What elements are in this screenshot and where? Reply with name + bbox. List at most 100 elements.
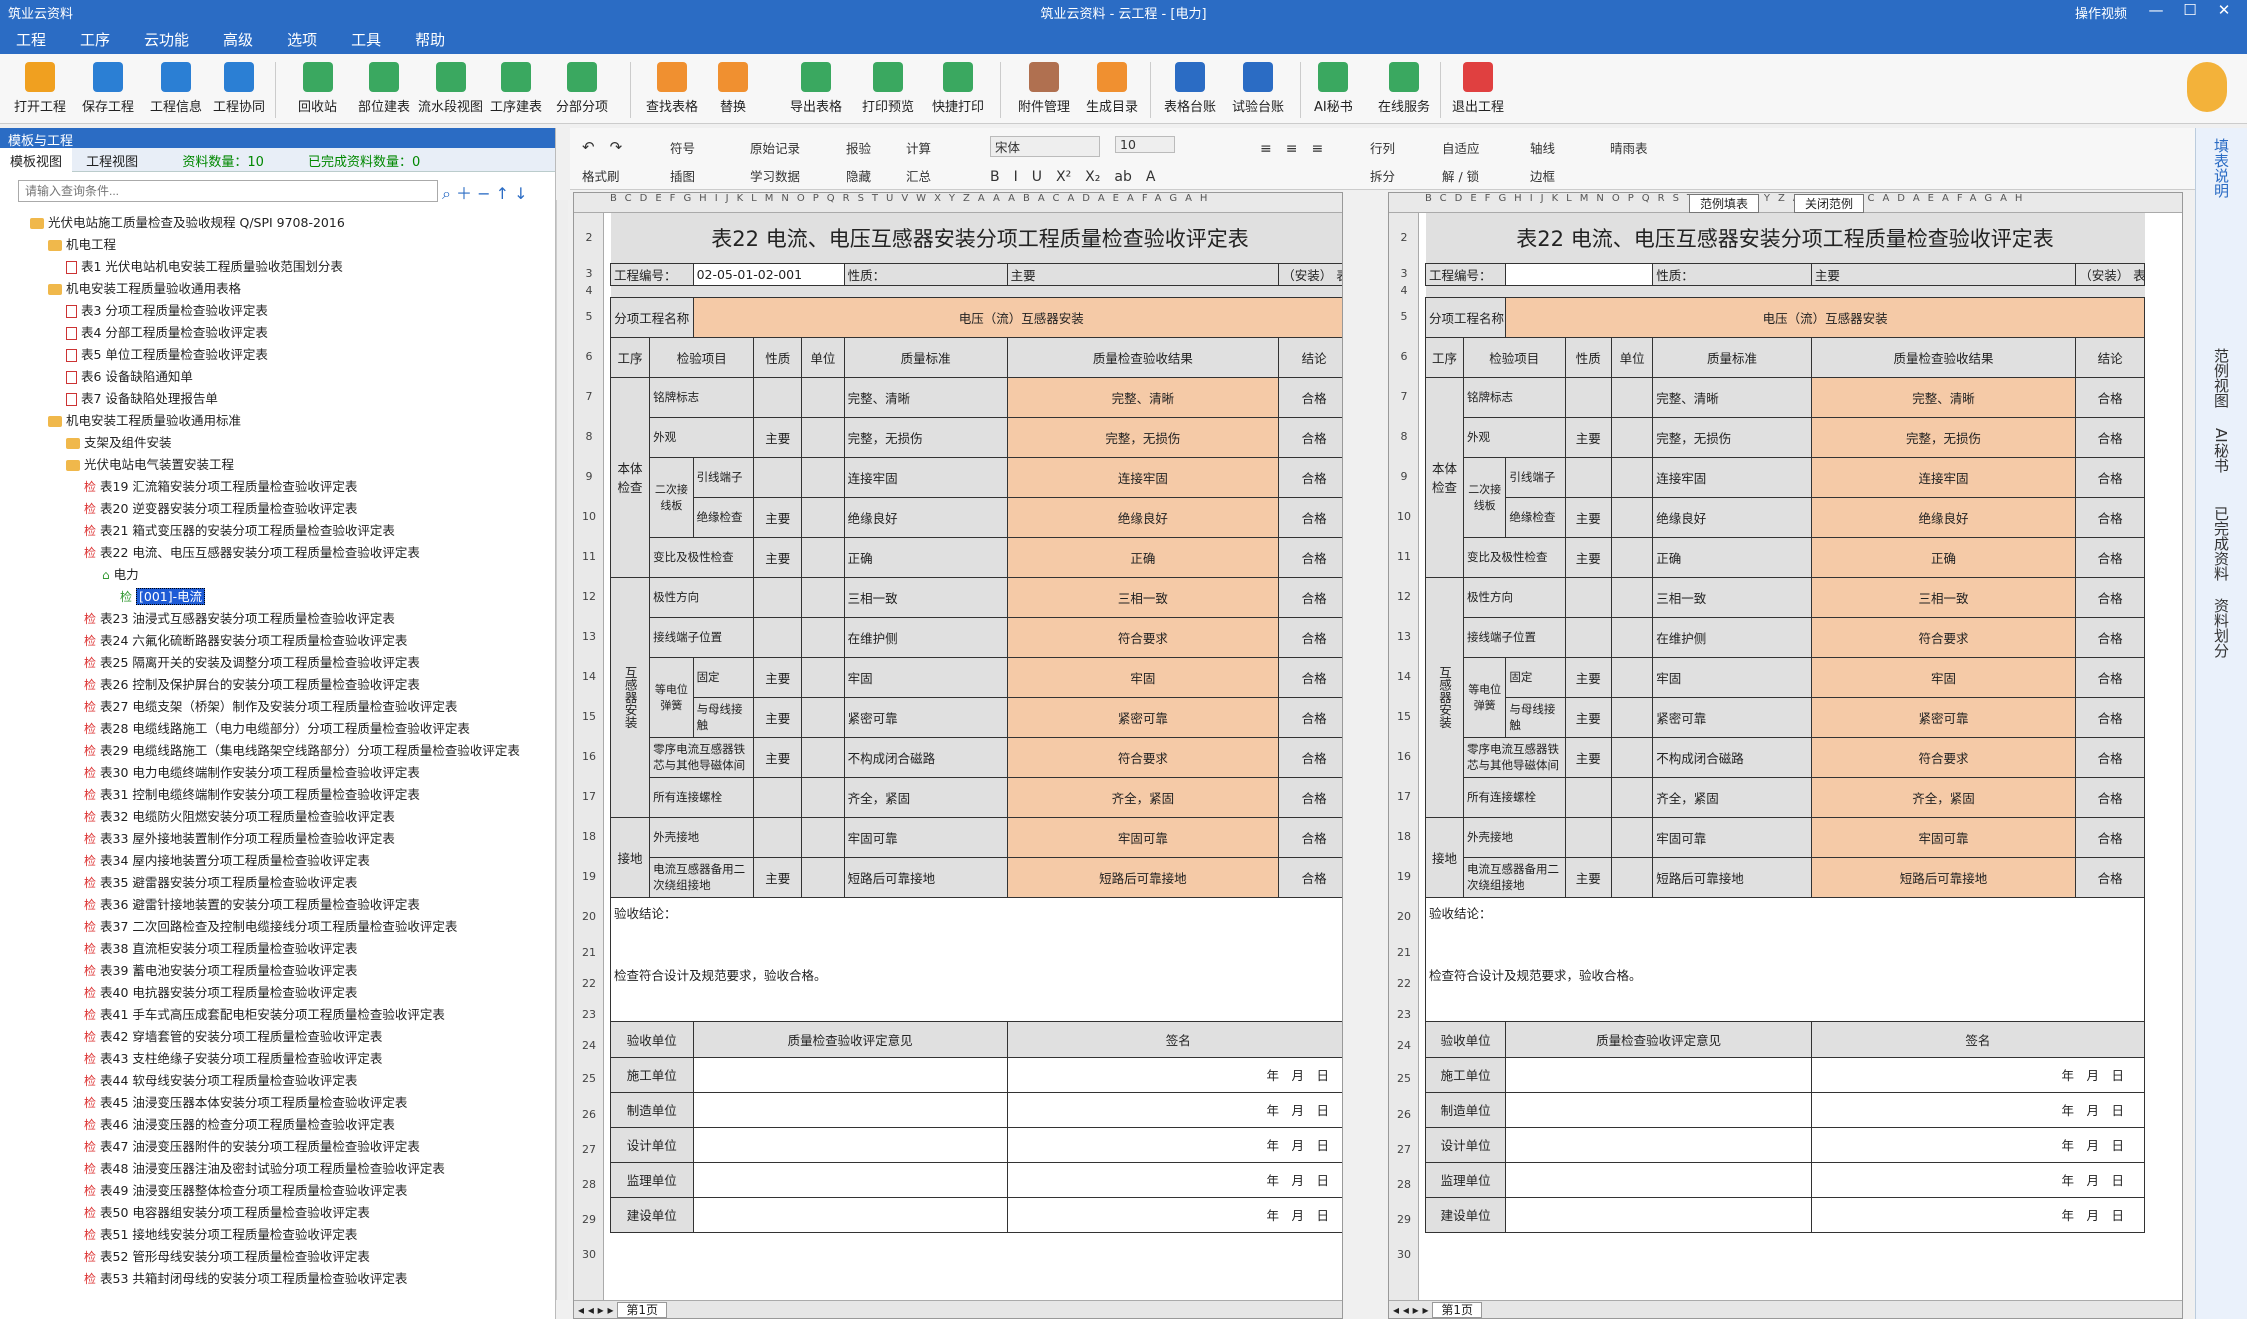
conclusion-cell[interactable]: 合格: [1278, 536, 1342, 578]
unit-cell[interactable]: [1611, 416, 1654, 458]
tree-item[interactable]: 检表45 油浸变压器本体安装分项工程质量检查验收评定表: [0, 1092, 540, 1114]
toolbar-button[interactable]: 工程协同: [213, 62, 265, 115]
toolbar-button[interactable]: 查找表格: [646, 62, 698, 115]
item-field[interactable]: 电压（流）互感器安装: [1505, 296, 2145, 338]
opinion-cell[interactable]: [1505, 1161, 1812, 1198]
menu-item[interactable]: 工程: [16, 24, 46, 50]
sign-date-cell[interactable]: 年 月 日: [1810, 1126, 2146, 1163]
opinion-cell[interactable]: [692, 1126, 1008, 1163]
toolbar-button[interactable]: 生成目录: [1086, 62, 1138, 115]
search-icon[interactable]: ⌕ ＋ − ↑ ↓: [442, 180, 528, 204]
nature-cell[interactable]: 主要: [753, 696, 803, 738]
result-cell[interactable]: 正确: [1006, 536, 1280, 578]
tree-item[interactable]: 检表21 箱式变压器的安装分项工程质量检查验收评定表: [0, 520, 540, 542]
toolbar-button[interactable]: 表格台账: [1164, 62, 1216, 115]
unit-cell[interactable]: [801, 616, 845, 658]
sign-date-cell[interactable]: 年 月 日: [1810, 1196, 2146, 1233]
unit-cell[interactable]: [801, 816, 845, 858]
tab-project-view[interactable]: 工程视图: [76, 148, 148, 173]
conclusion-cell[interactable]: 合格: [2075, 856, 2145, 898]
nature-cell[interactable]: [753, 816, 803, 858]
tree-item[interactable]: 机电工程: [0, 234, 540, 256]
conclusion-cell[interactable]: 合格: [1278, 456, 1342, 498]
example-fill-button[interactable]: 范例填表: [1689, 194, 1760, 213]
result-cell[interactable]: 符合要求: [1006, 616, 1280, 658]
unit-cell[interactable]: [1611, 376, 1654, 418]
tree-item[interactable]: 检表44 软母线安装分项工程质量检查验收评定表: [0, 1070, 540, 1092]
nature-field[interactable]: 主要: [1810, 262, 2077, 286]
conclusion-cell[interactable]: 合格: [2075, 656, 2145, 698]
tree-item[interactable]: 检表39 蓄电池安装分项工程质量检查验收评定表: [0, 960, 540, 982]
toolbar-button[interactable]: 工序建表: [490, 62, 542, 115]
result-cell[interactable]: 牢固: [1006, 656, 1280, 698]
sign-date-cell[interactable]: 年 月 日: [1810, 1056, 2146, 1093]
side-tab[interactable]: 资料划分: [2212, 598, 2232, 658]
result-cell[interactable]: 完整、清晰: [1006, 376, 1280, 418]
nature-cell[interactable]: [1564, 816, 1613, 858]
tree-item[interactable]: 表7 设备缺陷处理报告单: [0, 388, 540, 410]
tree-item[interactable]: 检表20 逆变器安装分项工程质量检查验收评定表: [0, 498, 540, 520]
opinion-cell[interactable]: [1505, 1126, 1812, 1163]
tree-item[interactable]: 光伏电站施工质量检查及验收规程 Q/SPI 9708-2016: [0, 212, 540, 234]
side-tab[interactable]: 填表说明: [2212, 138, 2232, 198]
tree-item[interactable]: 表3 分项工程质量检查验收评定表: [0, 300, 540, 322]
tree-item[interactable]: 检表38 直流柜安装分项工程质量检查验收评定表: [0, 938, 540, 960]
tree-item[interactable]: 表4 分部工程质量检查验收评定表: [0, 322, 540, 344]
conclusion-cell[interactable]: 合格: [2075, 816, 2145, 858]
conclusion-text[interactable]: 检查符合设计及规范要求，验收合格。: [610, 959, 1342, 990]
tree-scrollbar[interactable]: [556, 200, 568, 1300]
tree-item[interactable]: 检表31 控制电缆终端制作安装分项工程质量检查验收评定表: [0, 784, 540, 806]
result-cell[interactable]: 短路后可靠接地: [1006, 856, 1280, 898]
toolbar-button[interactable]: 附件管理: [1018, 62, 1070, 115]
conclusion-cell[interactable]: 合格: [1278, 496, 1342, 538]
tree-search-input[interactable]: [18, 180, 438, 202]
sign-date-cell[interactable]: 年 月 日: [1006, 1161, 1342, 1198]
tree-item[interactable]: 检表47 油浸变压器附件的安装分项工程质量检查验收评定表: [0, 1136, 540, 1158]
conclusion-cell[interactable]: 合格: [2075, 616, 2145, 658]
result-cell[interactable]: 符合要求: [1810, 616, 2077, 658]
conclusion-cell[interactable]: 合格: [2075, 696, 2145, 738]
tree-item[interactable]: 机电安装工程质量验收通用表格: [0, 278, 540, 300]
conclusion-cell[interactable]: 合格: [1278, 856, 1342, 898]
toolbar-button[interactable]: 打开工程: [14, 62, 66, 115]
conclusion-cell[interactable]: 合格: [2075, 776, 2145, 818]
nature-cell[interactable]: 主要: [753, 416, 803, 458]
tree-item[interactable]: 检表23 油浸式互感器安装分项工程质量检查验收评定表: [0, 608, 540, 630]
menu-item[interactable]: 工具: [351, 24, 381, 50]
unit-cell[interactable]: [1611, 496, 1654, 538]
font-size-select[interactable]: 10: [1115, 136, 1175, 153]
menu-item[interactable]: 帮助: [415, 24, 445, 50]
ribbon-button[interactable]: 学习数据: [750, 166, 800, 185]
nature-cell[interactable]: [753, 616, 803, 658]
tree-item[interactable]: 检表48 油浸变压器注油及密封试验分项工程质量检查验收评定表: [0, 1158, 540, 1180]
item-field[interactable]: 电压（流）互感器安装: [692, 296, 1342, 338]
result-cell[interactable]: 连接牢固: [1810, 456, 2077, 498]
tree-item[interactable]: 检表52 管形母线安装分项工程质量检查验收评定表: [0, 1246, 540, 1268]
toolbar-button[interactable]: 回收站: [298, 62, 337, 115]
unit-cell[interactable]: [1611, 816, 1654, 858]
menu-item[interactable]: 高级: [223, 24, 253, 50]
opinion-cell[interactable]: [692, 1196, 1008, 1233]
opinion-cell[interactable]: [1505, 1091, 1812, 1128]
tree-item[interactable]: 表1 光伏电站机电安装工程质量验收范围划分表: [0, 256, 540, 278]
unit-cell[interactable]: [1611, 456, 1654, 498]
side-tab[interactable]: AI秘书: [2212, 428, 2232, 473]
ribbon-button[interactable]: 报验: [846, 138, 871, 157]
tree-item[interactable]: 检表53 共箱封闭母线的安装分项工程质量检查验收评定表: [0, 1268, 540, 1290]
unit-cell[interactable]: [1611, 576, 1654, 618]
tree-item[interactable]: 检表32 电缆防火阻燃安装分项工程质量检查验收评定表: [0, 806, 540, 828]
conclusion-cell[interactable]: 合格: [2075, 736, 2145, 778]
result-cell[interactable]: 三相一致: [1006, 576, 1280, 618]
nature-cell[interactable]: [1564, 776, 1613, 818]
opinion-cell[interactable]: [1505, 1056, 1812, 1093]
toolbar-button[interactable]: 在线服务: [1378, 62, 1430, 115]
sheet-nav-icons[interactable]: ◂ ◂ ▸ ▸: [578, 1303, 617, 1317]
tree-item[interactable]: 检表29 电缆线路施工（集电线路架空线路部分）分项工程质量检查验收评定表: [0, 740, 540, 762]
sign-date-cell[interactable]: 年 月 日: [1006, 1091, 1342, 1128]
nature-cell[interactable]: [1564, 576, 1613, 618]
tree-item[interactable]: 检表37 二次回路检查及控制电缆接线分项工程质量检查验收评定表: [0, 916, 540, 938]
sign-date-cell[interactable]: 年 月 日: [1006, 1056, 1342, 1093]
conclusion-cell[interactable]: 合格: [2075, 456, 2145, 498]
ribbon-button[interactable]: 解 / 锁: [1442, 166, 1479, 185]
opinion-cell[interactable]: [692, 1161, 1008, 1198]
